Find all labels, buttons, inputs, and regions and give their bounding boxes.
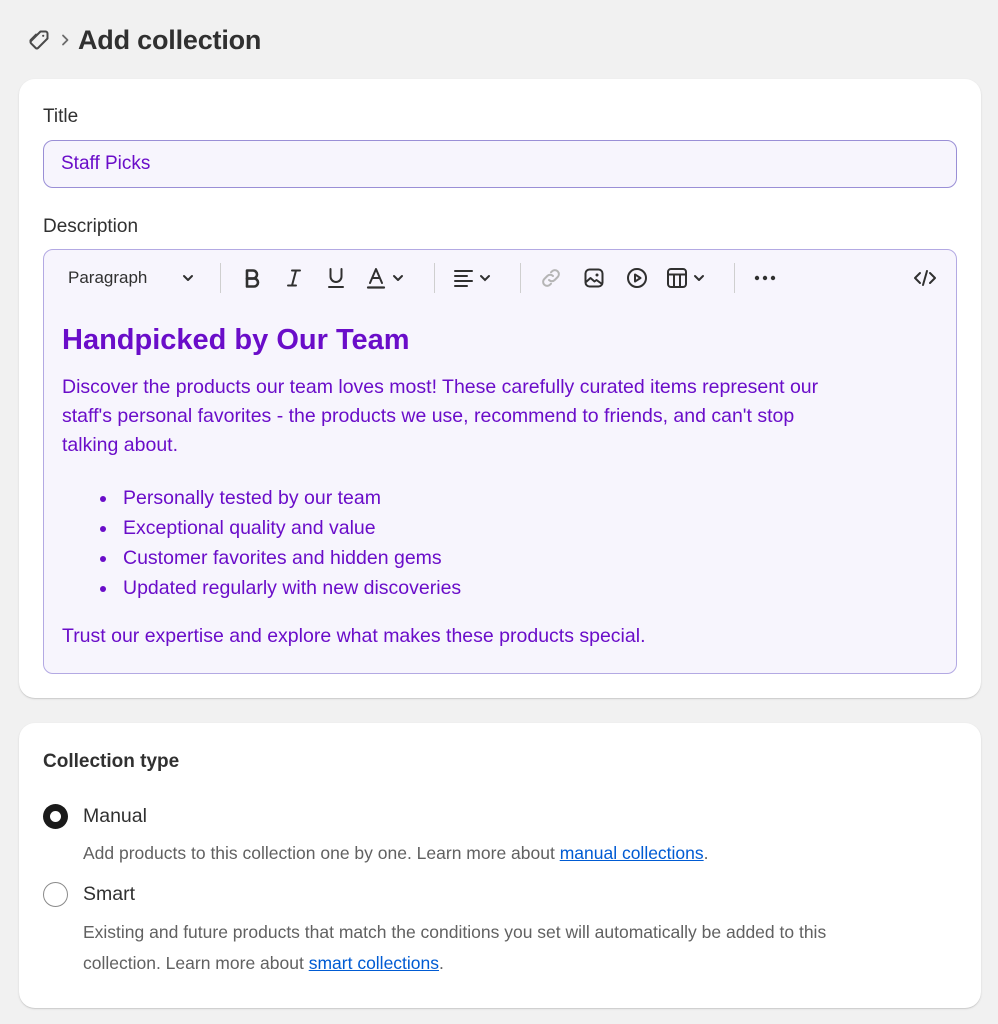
- manual-help-text: Add products to this collection one by o…: [83, 838, 953, 869]
- collection-type-title: Collection type: [43, 751, 180, 772]
- smart-label: Smart: [83, 883, 136, 905]
- chevron-right-icon: [60, 33, 70, 47]
- description-editor[interactable]: Paragraph Handpicked by Our Team Discove…: [43, 249, 957, 674]
- toolbar-divider: [434, 263, 435, 293]
- paragraph-style-label: Paragraph: [68, 268, 148, 287]
- smart-help-text: Existing and future products that match …: [83, 917, 953, 979]
- smart-help-suffix: .: [439, 953, 444, 973]
- list-item: Customer favorites and hidden gems: [99, 543, 932, 573]
- smart-help-line: collection. Learn more about smart colle…: [83, 948, 953, 979]
- collection-type-card: Collection type Manual Add products to t…: [19, 723, 981, 1008]
- page-title: Add collection: [78, 24, 262, 55]
- title-input[interactable]: [43, 140, 957, 188]
- description-intro-line: Discover the products our team loves mos…: [62, 376, 819, 398]
- list-item: Personally tested by our team: [99, 483, 932, 513]
- title-label: Title: [43, 106, 79, 127]
- collection-details-card: Title Description Paragraph: [19, 79, 981, 698]
- description-closing: Trust our expertise and explore what mak…: [62, 625, 646, 647]
- manual-radio[interactable]: [43, 804, 68, 829]
- manual-radio-option[interactable]: Manual: [43, 804, 147, 829]
- code-icon[interactable]: [910, 262, 940, 294]
- image-icon[interactable]: [579, 262, 609, 294]
- toolbar-divider: [220, 263, 221, 293]
- editor-content[interactable]: Handpicked by Our Team Discover the prod…: [62, 320, 932, 651]
- smart-radio-option[interactable]: Smart: [43, 882, 135, 907]
- italic-icon[interactable]: [280, 262, 308, 294]
- text-color-icon[interactable]: [364, 262, 414, 294]
- table-icon[interactable]: [664, 262, 714, 294]
- link-icon[interactable]: [536, 262, 566, 294]
- manual-help-suffix: .: [703, 843, 709, 863]
- chevron-down-icon: [180, 270, 196, 286]
- description-intro-line: talking about.: [62, 434, 179, 456]
- more-icon[interactable]: [750, 262, 780, 294]
- manual-collections-link[interactable]: manual collections: [560, 843, 704, 863]
- underline-icon[interactable]: [322, 262, 350, 294]
- smart-radio[interactable]: [43, 882, 68, 907]
- align-icon[interactable]: [450, 262, 500, 294]
- bold-icon[interactable]: [238, 262, 266, 294]
- description-bullet-list: Personally tested by our team Exceptiona…: [62, 483, 932, 603]
- list-item: Updated regularly with new discoveries: [99, 573, 932, 603]
- description-intro: Discover the products our team loves mos…: [62, 373, 932, 460]
- smart-help-line: Existing and future products that match …: [83, 922, 827, 942]
- description-label: Description: [43, 216, 139, 237]
- smart-help-body: collection. Learn more about: [83, 953, 309, 973]
- video-icon[interactable]: [622, 262, 652, 294]
- list-item: Exceptional quality and value: [99, 513, 932, 543]
- toolbar-divider: [520, 263, 521, 293]
- description-heading: Handpicked by Our Team: [62, 324, 410, 356]
- smart-collections-link[interactable]: smart collections: [309, 953, 439, 973]
- paragraph-style-select[interactable]: Paragraph: [56, 262, 206, 294]
- manual-help-body: Add products to this collection one by o…: [83, 843, 560, 863]
- description-intro-line: staff's personal favorites - the product…: [62, 405, 795, 427]
- page-header: Add collection: [26, 22, 261, 58]
- editor-toolbar: Paragraph: [44, 250, 956, 306]
- toolbar-divider: [734, 263, 735, 293]
- tag-icon[interactable]: [26, 27, 52, 53]
- manual-label: Manual: [83, 805, 147, 827]
